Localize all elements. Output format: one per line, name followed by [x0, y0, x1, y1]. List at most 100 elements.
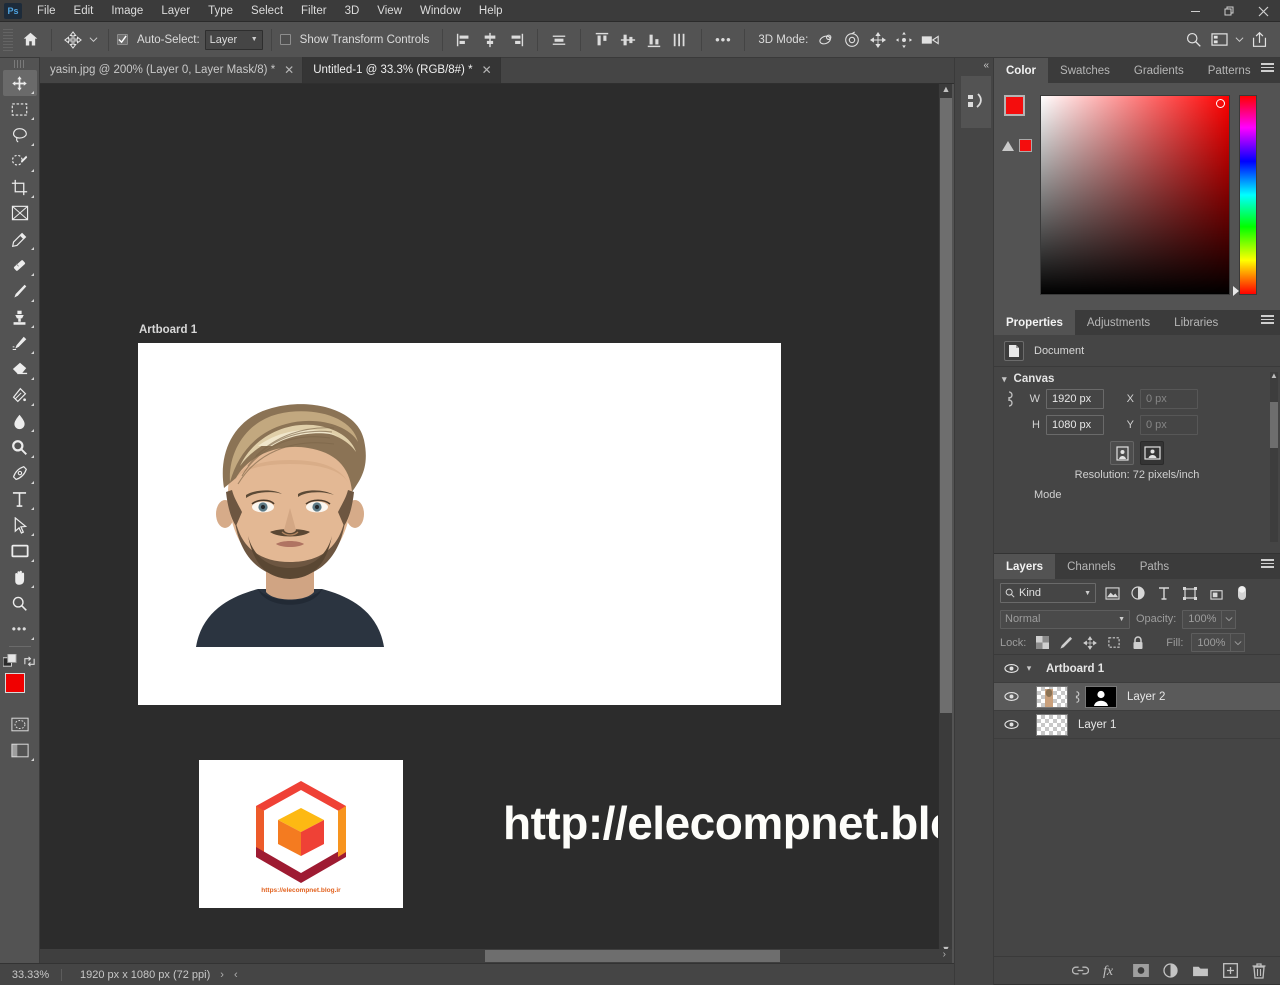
search-icon[interactable]	[1180, 27, 1206, 53]
out-of-gamut-warning[interactable]	[1002, 139, 1032, 152]
layer-thumbnail[interactable]	[1036, 685, 1068, 708]
panel-menu-icon[interactable]	[1261, 63, 1274, 72]
status-collapse-icon[interactable]: ‹	[234, 969, 238, 981]
orbit-3d-icon[interactable]	[813, 27, 839, 53]
tab-color[interactable]: Color	[994, 58, 1049, 83]
object-selection-tool[interactable]	[3, 148, 37, 174]
fill-chevron-icon[interactable]	[1231, 633, 1246, 652]
menu-image[interactable]: Image	[102, 0, 152, 22]
canvas-horizontal-scrollbar[interactable]: ›	[40, 949, 952, 963]
tab-swatches[interactable]: Swatches	[1048, 58, 1122, 83]
history-panel-button[interactable]	[961, 76, 991, 128]
canvas-x-input[interactable]: 0 px	[1140, 389, 1198, 409]
panel-menu-icon[interactable]	[1261, 559, 1274, 568]
lock-transparent-pixels-icon[interactable]	[1034, 635, 1050, 651]
path-selection-tool[interactable]	[3, 512, 37, 538]
hand-tool[interactable]	[3, 564, 37, 590]
zoom-level[interactable]: 33.33%	[0, 968, 62, 981]
swap-colors-icon[interactable]	[23, 655, 36, 668]
align-horizontal-centers-icon[interactable]	[477, 27, 503, 53]
clone-stamp-tool[interactable]	[3, 304, 37, 330]
canvas-width-input[interactable]: 1920 px	[1046, 389, 1104, 409]
pen-tool[interactable]	[3, 460, 37, 486]
tab-gradients[interactable]: Gradients	[1121, 58, 1196, 83]
new-layer-icon[interactable]	[1223, 963, 1238, 978]
smart-object-filter-icon[interactable]	[1206, 583, 1226, 603]
canvas-hscroll-thumb[interactable]	[485, 950, 780, 962]
align-top-edges-icon[interactable]	[589, 27, 615, 53]
blend-mode-dropdown[interactable]: Normal ▼	[1000, 609, 1130, 629]
menu-help[interactable]: Help	[470, 0, 512, 22]
brush-tool[interactable]	[3, 278, 37, 304]
landscape-orientation-button[interactable]	[1140, 441, 1164, 465]
menu-filter[interactable]: Filter	[292, 0, 336, 22]
foreground-background-color[interactable]	[4, 673, 35, 703]
layer-style-fx-icon[interactable]: fx	[1103, 963, 1119, 978]
canvas-area[interactable]: Artboard 1 http://elecompnet.blo https:/…	[40, 84, 952, 956]
blur-tool[interactable]	[3, 408, 37, 434]
lock-artboard-nesting-icon[interactable]	[1106, 635, 1122, 651]
dodge-tool[interactable]	[3, 434, 37, 460]
portrait-image[interactable]	[162, 396, 418, 647]
visibility-eye-icon[interactable]	[1000, 719, 1022, 730]
tab-libraries[interactable]: Libraries	[1162, 310, 1231, 335]
lock-image-pixels-icon[interactable]	[1058, 635, 1074, 651]
options-bar-grip[interactable]	[3, 28, 13, 51]
menu-layer[interactable]: Layer	[152, 0, 199, 22]
tab-layers[interactable]: Layers	[994, 554, 1056, 579]
workspace-chevron-icon[interactable]	[1232, 27, 1246, 53]
portrait-orientation-button[interactable]	[1110, 441, 1134, 465]
document-tab-untitled-1[interactable]: Untitled-1 @ 33.3% (RGB/8#) * ✕	[303, 57, 501, 83]
canvas-vscroll-thumb[interactable]	[940, 98, 952, 713]
menu-3d[interactable]: 3D	[336, 0, 369, 22]
layer-filter-kind-dropdown[interactable]: Kind ▼	[1000, 583, 1096, 603]
auto-select-target-dropdown[interactable]: Layer ▼	[204, 29, 263, 50]
link-layers-icon[interactable]	[1072, 965, 1089, 976]
scroll-right-icon[interactable]: ›	[943, 949, 946, 960]
align-right-edges-icon[interactable]	[503, 27, 529, 53]
chevron-down-icon[interactable]: ▾	[1022, 663, 1036, 674]
edit-toolbar-more-icon[interactable]: •••	[3, 616, 37, 642]
camera-3d-icon[interactable]	[917, 27, 943, 53]
rectangular-marquee-tool[interactable]	[3, 96, 37, 122]
home-icon[interactable]	[17, 27, 43, 53]
rectangle-tool[interactable]	[3, 538, 37, 564]
status-expand-icon[interactable]: ›	[220, 969, 224, 981]
close-button[interactable]	[1246, 0, 1280, 22]
collapse-panels-icon[interactable]: «	[983, 60, 989, 71]
eyedropper-tool[interactable]	[3, 226, 37, 252]
mask-link-icon[interactable]	[1072, 690, 1081, 704]
close-icon[interactable]: ✕	[482, 63, 492, 77]
lock-all-icon[interactable]	[1130, 635, 1146, 651]
align-vertical-centers-icon[interactable]	[615, 27, 641, 53]
shape-filter-icon[interactable]	[1180, 583, 1200, 603]
roll-3d-icon[interactable]	[839, 27, 865, 53]
distribute-horizontally-icon[interactable]	[546, 27, 572, 53]
default-colors-icon[interactable]	[3, 653, 18, 669]
layer-mask-thumbnail[interactable]	[1085, 685, 1117, 708]
filter-toggle-icon[interactable]	[1232, 583, 1252, 603]
hue-slider[interactable]	[1239, 95, 1257, 295]
lasso-tool[interactable]	[3, 122, 37, 148]
tab-channels[interactable]: Channels	[1055, 554, 1128, 579]
saturation-value-picker[interactable]	[1040, 95, 1230, 295]
opacity-input[interactable]: 100%	[1182, 609, 1223, 629]
eraser-tool[interactable]	[3, 356, 37, 382]
add-layer-mask-icon[interactable]	[1133, 964, 1149, 977]
menu-edit[interactable]: Edit	[65, 0, 103, 22]
canvas-section-header[interactable]: ▾ Canvas	[994, 367, 1280, 387]
new-adjustment-layer-icon[interactable]	[1163, 963, 1178, 978]
tab-adjustments[interactable]: Adjustments	[1074, 310, 1163, 335]
visibility-eye-icon[interactable]	[1000, 691, 1022, 702]
logo-image[interactable]: https://elecompnet.blog.ir	[199, 760, 403, 908]
gradient-tool[interactable]	[3, 382, 37, 408]
move-tool[interactable]	[2, 70, 37, 96]
foreground-color-swatch[interactable]	[4, 673, 25, 693]
workspace-icon[interactable]	[1206, 27, 1232, 53]
gamut-color-swatch[interactable]	[1019, 139, 1032, 152]
crop-tool[interactable]	[3, 174, 37, 200]
pan-3d-icon[interactable]	[865, 27, 891, 53]
canvas-y-input[interactable]: 0 px	[1140, 415, 1198, 435]
quick-mask-icon[interactable]	[3, 711, 37, 737]
layer-row-layer-2[interactable]: Layer 2	[994, 683, 1280, 711]
